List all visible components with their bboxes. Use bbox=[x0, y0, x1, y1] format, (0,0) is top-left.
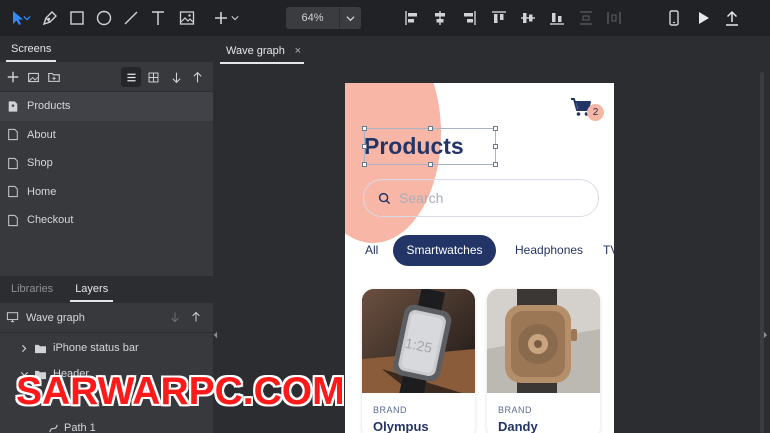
chip-tv[interactable]: TV bbox=[603, 235, 614, 266]
text-tool-icon[interactable] bbox=[148, 8, 168, 28]
align-top-icon[interactable] bbox=[489, 8, 509, 28]
selection-box bbox=[364, 128, 496, 165]
align-right-icon[interactable] bbox=[459, 8, 479, 28]
product-brand: BRAND bbox=[498, 405, 533, 415]
close-icon[interactable]: × bbox=[295, 41, 301, 61]
list-view-icon[interactable] bbox=[121, 67, 141, 87]
screen-item-shop[interactable]: Shop bbox=[0, 149, 213, 178]
ellipse-tool-icon[interactable] bbox=[94, 8, 114, 28]
chevron-right-icon[interactable] bbox=[20, 344, 30, 353]
layer-label: iPhone status bar bbox=[53, 342, 139, 354]
resize-handle[interactable] bbox=[362, 162, 367, 167]
chip-all[interactable]: All bbox=[365, 235, 378, 266]
image-tool-icon[interactable] bbox=[177, 8, 197, 28]
align-bottom-icon[interactable] bbox=[547, 8, 567, 28]
tab-libraries[interactable]: Libraries bbox=[0, 276, 64, 302]
layers-tabbar: Libraries Layers bbox=[0, 276, 213, 303]
add-icon[interactable] bbox=[211, 8, 231, 28]
resize-handle[interactable] bbox=[493, 144, 498, 149]
play-icon[interactable] bbox=[693, 8, 713, 28]
resize-handle[interactable] bbox=[493, 162, 498, 167]
screens-toolbar bbox=[0, 62, 213, 92]
layers-root[interactable]: Wave graph bbox=[0, 303, 213, 333]
layers-root-label: Wave graph bbox=[26, 311, 85, 324]
chevron-down-icon[interactable] bbox=[22, 8, 32, 28]
product-name: Dandy bbox=[498, 419, 538, 433]
add-image-screen-icon[interactable] bbox=[24, 68, 42, 86]
move-down-icon[interactable] bbox=[169, 311, 181, 323]
screen-item-home[interactable]: Home bbox=[0, 178, 213, 207]
screen-item-checkout[interactable]: Checkout bbox=[0, 206, 213, 235]
screen-item-label: Home bbox=[27, 185, 57, 198]
category-chips: All Smartwatches Headphones TV bbox=[365, 235, 614, 266]
align-middle-v-icon[interactable] bbox=[518, 8, 538, 28]
chevron-down-icon[interactable] bbox=[340, 7, 361, 29]
add-screen-icon[interactable] bbox=[4, 68, 22, 86]
align-left-icon[interactable] bbox=[402, 8, 422, 28]
vertical-scrollbar[interactable] bbox=[760, 72, 764, 433]
zoom-value[interactable]: 64% bbox=[286, 7, 340, 29]
folder-icon bbox=[34, 343, 47, 354]
distribute-v-icon bbox=[604, 8, 624, 28]
phone-artboard[interactable]: 2 Products Search All Smartwatches Headp… bbox=[345, 83, 614, 433]
export-icon[interactable] bbox=[722, 8, 742, 28]
resize-handle[interactable] bbox=[428, 162, 433, 167]
product-brand: BRAND bbox=[373, 405, 408, 415]
tab-screens[interactable]: Screens bbox=[0, 36, 62, 62]
monitor-icon bbox=[6, 311, 20, 325]
top-toolbar: 64% bbox=[0, 0, 770, 36]
screen-item-label: Products bbox=[27, 100, 71, 113]
resize-handle[interactable] bbox=[493, 126, 498, 131]
screen-item-label: Shop bbox=[27, 157, 53, 170]
screen-file-icon bbox=[6, 99, 20, 113]
line-tool-icon[interactable] bbox=[121, 8, 141, 28]
layer-label: Path 1 bbox=[64, 422, 96, 433]
search-icon bbox=[378, 192, 391, 205]
chip-smartwatches[interactable]: Smartwatches bbox=[393, 235, 496, 266]
zoom-control[interactable]: 64% bbox=[286, 7, 361, 29]
product-image bbox=[487, 289, 600, 393]
pen-tool-icon[interactable] bbox=[40, 8, 60, 28]
app-window: 64% Screens Products About Shop Home Che… bbox=[0, 0, 770, 433]
screens-tabbar: Screens bbox=[0, 36, 213, 62]
collapse-left-icon[interactable] bbox=[213, 326, 219, 339]
product-card[interactable]: BRAND Dandy bbox=[487, 289, 600, 433]
grid-view-icon[interactable] bbox=[144, 68, 162, 86]
screen-file-icon bbox=[6, 128, 20, 142]
align-center-h-icon[interactable] bbox=[430, 8, 450, 28]
add-folder-icon[interactable] bbox=[45, 68, 63, 86]
screen-item-about[interactable]: About bbox=[0, 121, 213, 150]
watermark-text: SARWARPC.COM bbox=[16, 370, 345, 413]
screen-item-label: Checkout bbox=[27, 214, 74, 227]
layer-iphone-status-bar[interactable]: iPhone status bar bbox=[0, 335, 213, 361]
document-tab[interactable]: Wave graph × bbox=[220, 41, 304, 64]
screen-file-icon bbox=[6, 156, 20, 170]
resize-handle[interactable] bbox=[362, 144, 367, 149]
search-field[interactable]: Search bbox=[363, 179, 599, 217]
product-card[interactable]: 1:25 BRAND Olympus bbox=[362, 289, 475, 433]
screen-item-label: About bbox=[27, 128, 56, 141]
chip-headphones[interactable]: Headphones bbox=[515, 235, 583, 266]
distribute-h-icon bbox=[576, 8, 596, 28]
move-up-icon[interactable] bbox=[188, 68, 206, 86]
screen-file-icon bbox=[6, 213, 20, 227]
tab-layers[interactable]: Layers bbox=[64, 276, 119, 302]
device-preview-icon[interactable] bbox=[664, 8, 684, 28]
document-tab-label: Wave graph bbox=[226, 45, 285, 57]
layer-path-1[interactable]: Path 1 bbox=[0, 415, 213, 433]
search-placeholder: Search bbox=[399, 190, 444, 206]
screen-item-products[interactable]: Products bbox=[0, 92, 213, 121]
resize-handle[interactable] bbox=[428, 126, 433, 131]
product-name: Olympus bbox=[373, 419, 429, 433]
product-image: 1:25 bbox=[362, 289, 475, 393]
screen-file-icon bbox=[6, 185, 20, 199]
path-icon bbox=[48, 423, 59, 433]
screen-list: Products About Shop Home Checkout bbox=[0, 92, 213, 235]
move-up-icon[interactable] bbox=[190, 311, 202, 323]
resize-handle[interactable] bbox=[362, 126, 367, 131]
rectangle-tool-icon[interactable] bbox=[67, 8, 87, 28]
cart-badge: 2 bbox=[587, 104, 604, 121]
chevron-down-icon[interactable] bbox=[230, 8, 240, 28]
move-down-icon[interactable] bbox=[167, 68, 185, 86]
